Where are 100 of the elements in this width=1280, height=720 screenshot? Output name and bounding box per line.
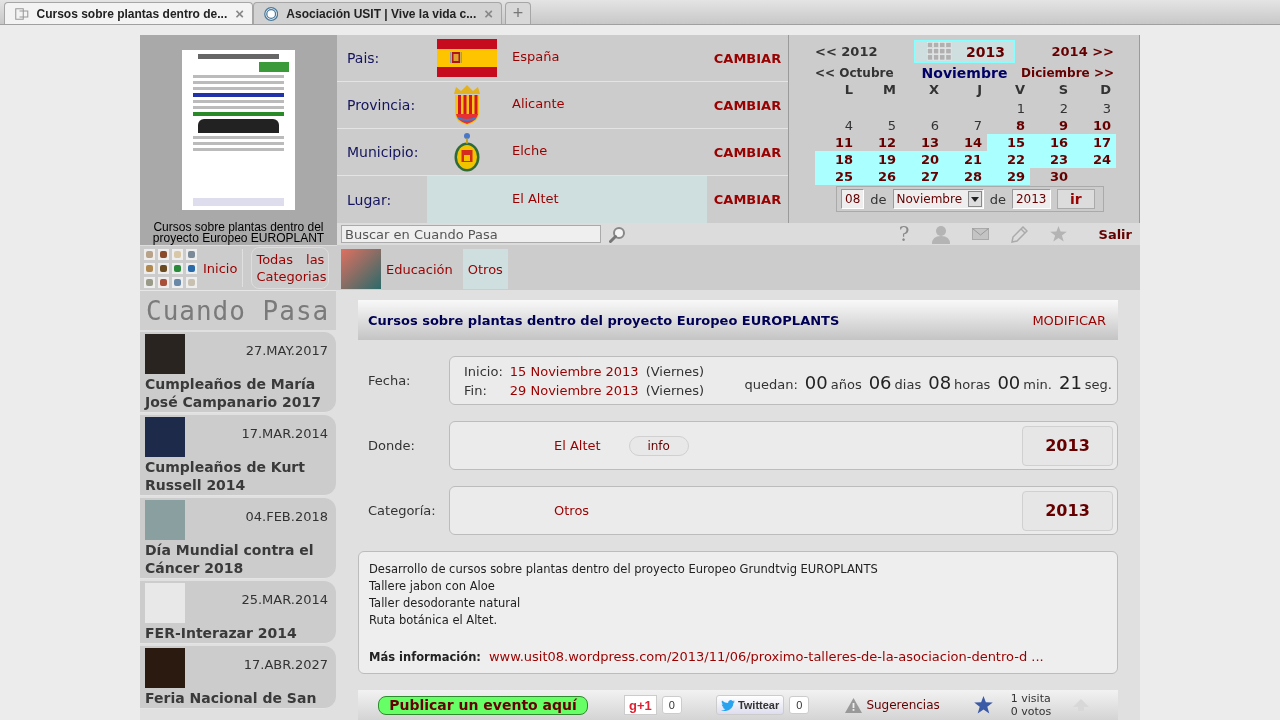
photo-placeholder	[145, 583, 185, 623]
calendar-day[interactable]: 24	[1073, 151, 1116, 168]
calendar-day[interactable]: 8	[987, 117, 1030, 134]
home-link[interactable]: Inicio	[203, 249, 244, 287]
publish-button[interactable]: Publicar un evento aquí	[378, 695, 588, 715]
countdown-label: quedan:	[744, 376, 798, 392]
calendar-day[interactable]: 19	[858, 151, 901, 168]
go-button[interactable]: ir	[1056, 189, 1095, 209]
calendar-day[interactable]: 16	[1030, 134, 1073, 151]
all-categories-link[interactable]: Todas las Categorias	[251, 247, 330, 289]
browser-tab[interactable]: Cursos sobre plantas dentro de... ×	[4, 2, 253, 24]
year-badge: 2013	[1022, 425, 1113, 466]
year-selector[interactable]: 2013	[914, 40, 1015, 63]
category-thumbnail-icon[interactable]	[186, 262, 197, 274]
category-thumbnail-icon[interactable]	[172, 248, 183, 260]
calendar-day[interactable]: 5	[858, 117, 901, 134]
pencil-icon[interactable]	[1010, 225, 1028, 243]
day-input[interactable]: 08	[841, 189, 865, 209]
calendar-day[interactable]: 23	[1030, 151, 1073, 168]
event-card[interactable]: 17.ABR.2027 Feria Nacional de San	[140, 646, 336, 709]
weekday-label: V	[1013, 82, 1026, 99]
category-thumbnail-icon[interactable]	[144, 276, 155, 288]
category-thumbnail-icon[interactable]	[158, 248, 169, 260]
plus-one-button[interactable]: g+1	[624, 695, 657, 715]
calendar-day[interactable]: 29	[987, 168, 1030, 185]
edit-link[interactable]: MODIFICAR	[1032, 312, 1106, 328]
event-card[interactable]: 04.FEB.2018 Día Mundial contra el Cáncer 2018	[140, 498, 336, 579]
photo-placeholder	[145, 500, 185, 540]
star-icon[interactable]	[1049, 226, 1067, 242]
calendar-day[interactable]: 18	[815, 151, 858, 168]
category-thumbnail-icon[interactable]	[172, 262, 183, 274]
search-field[interactable]: Buscar en Cuando Pasa	[341, 225, 601, 243]
event-title: FER-Interazar 2014	[145, 624, 298, 642]
location-value[interactable]: Alicante	[507, 96, 565, 111]
suggestions-link[interactable]: Sugerencias	[845, 697, 940, 713]
event-date: 17.ABR.2027	[243, 657, 328, 672]
calendar-day[interactable]: 6	[901, 117, 944, 134]
calendar-day[interactable]: 27	[901, 168, 944, 185]
event-title: Cumpleaños de María José Campanario 2017	[145, 375, 322, 411]
calendar-day[interactable]: 7	[944, 117, 987, 134]
category-thumbnail-icon[interactable]	[144, 248, 155, 260]
calendar-day[interactable]: 30	[1030, 168, 1073, 185]
calendar-day[interactable]: 17	[1073, 134, 1116, 151]
calendar-day[interactable]: 28	[944, 168, 987, 185]
calendar-day[interactable]: 22	[987, 151, 1030, 168]
calendar-day[interactable]: 11	[815, 134, 858, 151]
event-card[interactable]: 25.MAR.2014 FER-Interazar 2014	[140, 581, 336, 644]
calendar-day[interactable]: 1	[987, 100, 1030, 117]
calendar-day[interactable]: 26	[858, 168, 901, 185]
star-icon[interactable]	[973, 696, 993, 714]
month-dropdown[interactable]: Noviembre	[892, 189, 984, 209]
more-info-link[interactable]: www.usit08.wordpress.com/2013/11/06/proximo-talleres-de-la-asociacion-dentro-d ...	[488, 648, 1044, 665]
calendar-day[interactable]: 13	[901, 134, 944, 151]
previous-month-link[interactable]: << Octubre	[815, 65, 894, 80]
calendar-day[interactable]: 10	[1073, 117, 1116, 134]
location-value[interactable]: Elche	[507, 143, 548, 158]
change-button[interactable]: CAMBIAR	[707, 129, 788, 175]
previous-year-link[interactable]: << 2012	[815, 44, 878, 59]
calendar-day[interactable]: 15	[987, 134, 1030, 151]
calendar-day[interactable]: 4	[815, 117, 858, 134]
info-button[interactable]: info	[628, 435, 689, 456]
event-card[interactable]: 27.MAY.2017 Cumpleaños de María José Campanario 2017	[140, 332, 336, 413]
calendar-day[interactable]: 25	[815, 168, 858, 185]
location-value[interactable]: El Altet	[507, 190, 559, 206]
year-input[interactable]: 2013	[1011, 189, 1051, 209]
photo-placeholder	[145, 334, 185, 374]
location-label: Pais:	[346, 49, 381, 68]
calendar-day[interactable]: 14	[944, 134, 987, 151]
category-thumbnail-icon[interactable]	[186, 276, 197, 288]
calendar-day[interactable]: 9	[1030, 117, 1073, 134]
next-month-link[interactable]: Diciembre >>	[1021, 65, 1114, 80]
calendar-day[interactable]: 3	[1073, 100, 1116, 117]
calendar-day[interactable]: 2	[1030, 100, 1073, 117]
calendar-day[interactable]: 20	[901, 151, 944, 168]
logout-link[interactable]: Salir	[1098, 226, 1132, 242]
category-thumbnail-icon[interactable]	[158, 276, 169, 288]
place-value: El Altet	[554, 438, 601, 453]
category-link[interactable]: Otros	[462, 249, 508, 289]
change-button[interactable]: CAMBIAR	[707, 82, 788, 128]
category-link[interactable]: Educación	[341, 249, 458, 289]
event-card[interactable]: 17.MAR.2014 Cumpleaños de Kurt Russell 2014	[140, 415, 336, 496]
calendar-day[interactable]: 21	[944, 151, 987, 168]
countdown-unit: min.	[1023, 376, 1052, 392]
tweet-button[interactable]: Twittear	[715, 695, 785, 715]
user-icon[interactable]	[931, 224, 950, 244]
change-button[interactable]: CAMBIAR	[707, 176, 788, 223]
category-thumbnail-icon[interactable]	[158, 262, 169, 274]
browser-tab[interactable]: Asociación USIT | Vive la vida c... ×	[253, 2, 502, 24]
more-info-label: Más información:	[369, 649, 481, 666]
category-thumbnail-icon[interactable]	[186, 248, 197, 260]
next-year-link[interactable]: 2014 >>	[1051, 44, 1114, 59]
mail-icon[interactable]	[971, 228, 989, 240]
category-thumbnail-icon[interactable]	[172, 276, 183, 288]
calendar-day[interactable]: 12	[858, 134, 901, 151]
category-thumbnail-icon[interactable]	[144, 262, 155, 274]
joiner-text: de	[989, 191, 1006, 207]
search-icon[interactable]	[609, 225, 626, 243]
event-date: 04.FEB.2018	[245, 509, 328, 524]
change-button[interactable]: CAMBIAR	[707, 35, 788, 81]
location-value[interactable]: España	[507, 49, 560, 64]
